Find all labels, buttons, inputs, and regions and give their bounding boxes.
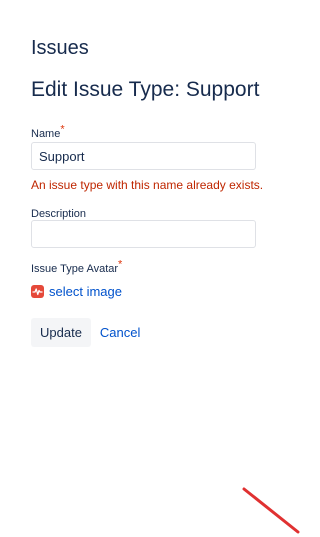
- description-label: Description: [31, 208, 87, 220]
- name-field[interactable]: [31, 142, 256, 170]
- avatar-label-text: Issue Type Avatar: [31, 263, 119, 275]
- form-actions: Update Cancel: [31, 318, 140, 347]
- required-marker: *: [118, 258, 123, 271]
- avatar-label: Issue Type Avatar*: [31, 259, 122, 276]
- breadcrumb-issues[interactable]: Issues: [31, 36, 89, 60]
- name-label: Name*: [31, 124, 65, 141]
- red-annotation-stroke: [242, 487, 300, 534]
- required-marker: *: [60, 123, 65, 136]
- description-field[interactable]: [31, 220, 256, 248]
- avatar-row: select image: [31, 283, 122, 299]
- select-image-link[interactable]: select image: [49, 284, 122, 299]
- name-error-message: An issue type with this name already exi…: [31, 178, 264, 192]
- update-button[interactable]: Update: [31, 318, 91, 347]
- cancel-link[interactable]: Cancel: [100, 325, 140, 340]
- page-title: Edit Issue Type: Support: [31, 78, 260, 101]
- pulse-chart-icon: [31, 284, 44, 298]
- name-label-text: Name: [31, 128, 61, 140]
